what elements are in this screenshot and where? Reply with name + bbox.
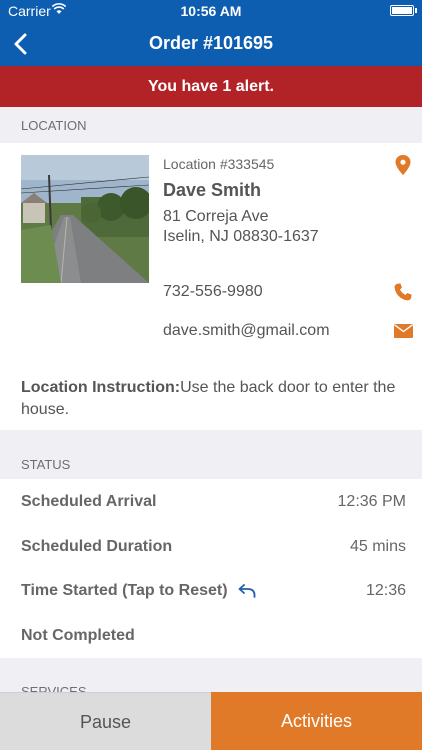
location-instruction: Location Instruction:Use the back door t… xyxy=(21,377,406,421)
alert-banner[interactable]: You have 1 alert. xyxy=(0,66,422,107)
completion-status[interactable]: Not Completed xyxy=(21,627,135,645)
phone-icon[interactable] xyxy=(394,283,412,301)
address-line2: Iselin, NJ 08830-1637 xyxy=(163,228,319,245)
address-line1: 81 Correja Ave xyxy=(163,208,269,225)
street-view-image xyxy=(21,155,149,283)
scheduled-duration-value: 45 mins xyxy=(349,538,406,555)
section-header-services: SERVICES xyxy=(21,684,87,692)
bottom-action-bar: Pause Activities xyxy=(0,692,422,750)
location-instruction-label: Location Instruction: xyxy=(21,379,181,396)
scheduled-arrival-label: Scheduled Arrival xyxy=(21,493,157,510)
scheduled-arrival-value: 12:36 PM xyxy=(337,493,406,510)
email-address[interactable]: dave.smith@gmail.com xyxy=(163,322,330,340)
battery-icon xyxy=(390,5,414,16)
scheduled-duration-label: Scheduled Duration xyxy=(21,538,173,555)
section-header-location: LOCATION xyxy=(0,107,422,143)
activities-button[interactable]: Activities xyxy=(211,692,422,750)
location-pin-icon[interactable] xyxy=(395,155,411,175)
reset-icon[interactable] xyxy=(238,584,256,598)
page-title: Order #101695 xyxy=(148,33,274,53)
pause-button[interactable]: Pause xyxy=(0,692,211,750)
time-started-label[interactable]: Time Started (Tap to Reset) xyxy=(21,582,228,600)
battery-tip xyxy=(415,8,417,13)
location-photo[interactable] xyxy=(21,155,149,283)
phone-number[interactable]: 732-556-9980 xyxy=(163,283,263,301)
status-bar: Carrier 10:56 AM xyxy=(0,0,422,22)
mail-icon[interactable] xyxy=(394,324,413,338)
time-started-value: 12:36 xyxy=(365,582,406,599)
customer-name: Dave Smith xyxy=(163,180,262,200)
clock: 10:56 AM xyxy=(180,3,242,19)
nav-bar: Order #101695 xyxy=(0,22,422,66)
location-number: Location #333545 xyxy=(163,156,275,172)
section-header-status: STATUS xyxy=(0,446,422,482)
